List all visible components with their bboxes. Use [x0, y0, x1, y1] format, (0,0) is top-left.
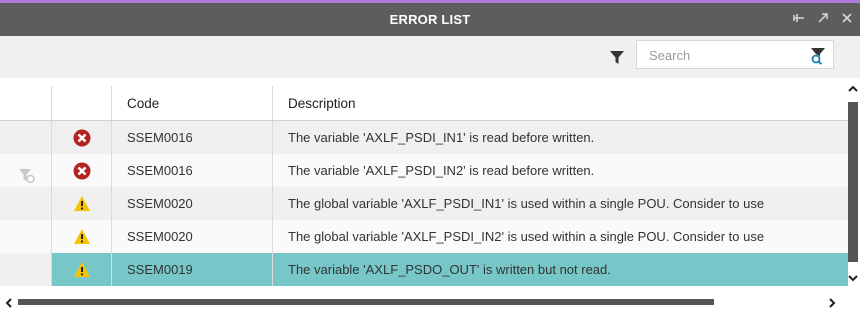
table-row[interactable]: SSEM0016 The variable 'AXLF_PSDI_IN2' is… [0, 154, 848, 187]
title-bar[interactable]: ERROR LIST [0, 3, 860, 36]
column-filter-icon[interactable] [18, 168, 36, 186]
code-cell: SSEM0016 [111, 120, 273, 154]
column-header-code[interactable]: Code [111, 86, 273, 121]
warning-icon [73, 195, 91, 213]
error-icon [73, 129, 91, 147]
horizontal-scroll-thumb[interactable] [18, 299, 714, 305]
description-cell: The variable 'AXLF_PSDI_IN2' is read bef… [272, 154, 848, 187]
window-title: ERROR LIST [389, 12, 471, 27]
description-cell: The variable 'AXLF_PSDI_IN1' is read bef… [272, 120, 848, 154]
row-gutter [0, 253, 52, 286]
vertical-scrollbar[interactable] [846, 78, 860, 286]
column-header-description[interactable]: Description [272, 86, 848, 121]
table-row-selected[interactable]: SSEM0019 The variable 'AXLF_PSDO_OUT' is… [0, 253, 848, 286]
maximize-icon[interactable] [816, 12, 830, 27]
code-cell: SSEM0020 [111, 187, 273, 220]
row-gutter [0, 220, 52, 253]
row-gutter [0, 120, 52, 154]
warning-icon [73, 261, 91, 279]
horizontal-scrollbar[interactable] [0, 294, 846, 308]
error-list-table: Code Description SSEM0016 The variable '… [0, 86, 848, 286]
warning-icon [73, 228, 91, 246]
search-input[interactable] [647, 46, 801, 64]
table-header-row: Code Description [0, 86, 848, 121]
filter-icon[interactable] [610, 51, 624, 65]
error-list-table-area: Code Description SSEM0016 The variable '… [0, 78, 860, 287]
window-controls [792, 3, 854, 36]
severity-cell [51, 120, 112, 154]
close-icon[interactable] [840, 12, 854, 27]
scroll-right-icon[interactable] [826, 296, 838, 308]
code-cell: SSEM0020 [111, 220, 273, 253]
pin-icon[interactable] [792, 12, 806, 27]
vertical-scroll-thumb[interactable] [848, 102, 858, 262]
scroll-left-icon[interactable] [3, 296, 15, 308]
search-filter-icon[interactable] [809, 47, 827, 65]
scroll-down-icon[interactable] [846, 271, 860, 285]
severity-cell [51, 154, 112, 187]
severity-cell [51, 253, 112, 286]
scroll-up-icon[interactable] [846, 82, 860, 96]
severity-cell [51, 187, 112, 220]
column-header-filter[interactable] [0, 86, 52, 121]
column-header-severity[interactable] [51, 86, 112, 121]
error-icon [73, 162, 91, 180]
code-cell: SSEM0019 [111, 253, 273, 286]
description-cell: The global variable 'AXLF_PSDI_IN1' is u… [272, 187, 848, 220]
description-cell: The global variable 'AXLF_PSDI_IN2' is u… [272, 220, 848, 253]
table-row[interactable]: SSEM0016 The variable 'AXLF_PSDI_IN1' is… [0, 120, 848, 154]
code-cell: SSEM0016 [111, 154, 273, 187]
row-gutter [0, 187, 52, 220]
severity-cell [51, 220, 112, 253]
description-cell: The variable 'AXLF_PSDO_OUT' is written … [272, 253, 848, 286]
toolbar [0, 36, 860, 78]
table-row[interactable]: SSEM0020 The global variable 'AXLF_PSDI_… [0, 220, 848, 253]
search-box[interactable] [636, 40, 834, 69]
table-row[interactable]: SSEM0020 The global variable 'AXLF_PSDI_… [0, 187, 848, 220]
